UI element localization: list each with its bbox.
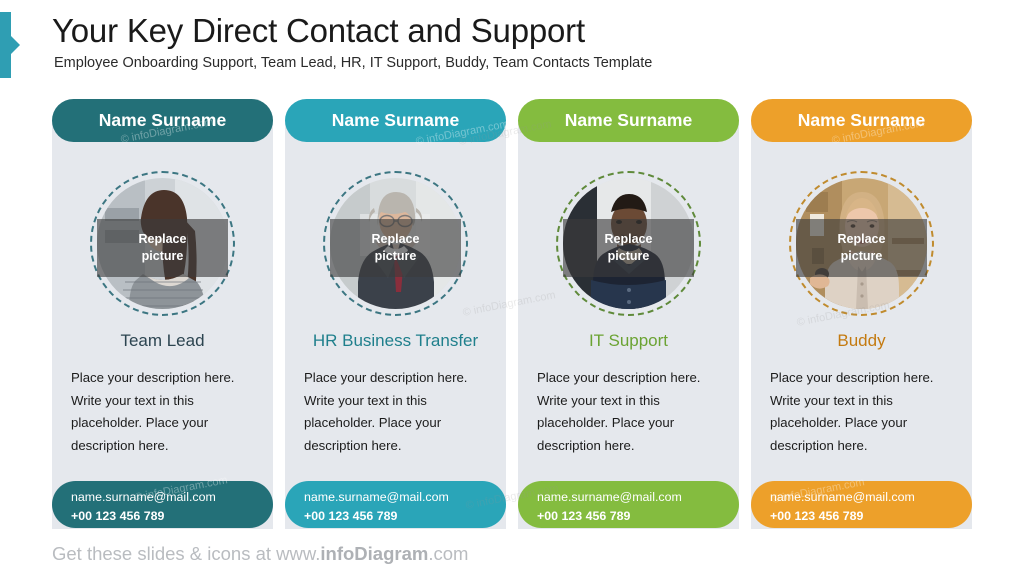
card-description: Place your description here. Write your …	[537, 370, 701, 454]
contact-details-bar[interactable]: name.surname@mail.com +00 123 456 789	[52, 481, 273, 528]
avatar[interactable]: Replace picture	[323, 171, 468, 316]
contact-email[interactable]: name.surname@mail.com	[770, 488, 972, 507]
replace-picture-line-2: picture	[141, 249, 184, 263]
replace-picture-line-2: picture	[840, 249, 883, 263]
contact-details-bar[interactable]: name.surname@mail.com +00 123 456 789	[751, 481, 972, 528]
contact-phone[interactable]: +00 123 456 789	[770, 507, 972, 526]
card-header-label: Name Surname	[98, 110, 227, 130]
contact-phone[interactable]: +00 123 456 789	[71, 507, 273, 526]
footer-brand: infoDiagram	[320, 543, 429, 564]
contact-phone[interactable]: +00 123 456 789	[304, 507, 506, 526]
avatar[interactable]: Replace picture	[556, 171, 701, 316]
card-header-name[interactable]: Name Surname	[518, 99, 739, 142]
page-title: Your Key Direct Contact and Support	[52, 12, 585, 49]
card-role-title: IT Support	[588, 331, 669, 350]
card-role-title: Team Lead	[120, 331, 205, 350]
replace-picture-line-1: Replace	[837, 232, 886, 247]
footer-prefix: Get these slides & icons at www.	[52, 543, 321, 564]
contact-email[interactable]: name.surname@mail.com	[304, 488, 506, 507]
avatar[interactable]: Replace picture	[789, 171, 934, 316]
card-header-name[interactable]: Name Surname	[751, 99, 972, 142]
card-role-title: HR Business Transfer	[312, 331, 479, 350]
footer-credit: Get these slides & icons at www.infoDiag…	[52, 543, 468, 565]
avatar[interactable]: Replace picture	[90, 171, 235, 316]
replace-picture-overlay[interactable]: Replace picture	[796, 219, 927, 277]
contact-card-it-support[interactable]: Name Surname © infoDiagram.com Replace p…	[458, 99, 739, 529]
contact-card-hr[interactable]: Name Surname © infoDiagram.com Replace p…	[285, 99, 560, 529]
replace-picture-overlay[interactable]: Replace picture	[97, 219, 228, 277]
footer-suffix: .com	[428, 543, 469, 564]
contact-email[interactable]: name.surname@mail.com	[537, 488, 739, 507]
card-role-title: Buddy	[837, 331, 886, 350]
slide-canvas: Your Key Direct Contact and Support Empl…	[0, 0, 1024, 576]
contact-phone[interactable]: +00 123 456 789	[537, 507, 739, 526]
left-accent-bar	[0, 12, 11, 78]
replace-picture-line-2: picture	[607, 249, 650, 263]
contact-details-bar[interactable]: name.surname@mail.com +00 123 456 789	[518, 481, 739, 528]
replace-picture-overlay[interactable]: Replace picture	[563, 219, 694, 277]
replace-picture-line-2: picture	[374, 249, 417, 263]
card-header-label: Name Surname	[797, 110, 926, 130]
page-subtitle: Employee Onboarding Support, Team Lead, …	[54, 55, 653, 71]
card-description: Place your description here. Write your …	[304, 370, 468, 454]
contact-card-team-lead[interactable]: Name Surname © infoDiagram.com Replace p…	[52, 99, 273, 529]
card-description: Place your description here. Write your …	[770, 370, 934, 454]
contact-email[interactable]: name.surname@mail.com	[71, 488, 273, 507]
card-header-label: Name Surname	[564, 110, 693, 130]
replace-picture-line-1: Replace	[138, 232, 187, 247]
replace-picture-line-1: Replace	[604, 232, 653, 247]
card-header-name[interactable]: Name Surname	[52, 99, 273, 142]
contact-card-buddy[interactable]: Name Surname © infoDiagram.com Replace p…	[751, 99, 972, 529]
replace-picture-overlay[interactable]: Replace picture	[330, 219, 461, 277]
contact-details-bar[interactable]: name.surname@mail.com +00 123 456 789	[285, 481, 506, 528]
left-accent-arrow-icon	[11, 36, 20, 54]
card-header-label: Name Surname	[331, 110, 460, 130]
replace-picture-line-1: Replace	[371, 232, 420, 247]
card-header-name[interactable]: Name Surname	[285, 99, 506, 142]
card-description: Place your description here. Write your …	[71, 370, 235, 454]
